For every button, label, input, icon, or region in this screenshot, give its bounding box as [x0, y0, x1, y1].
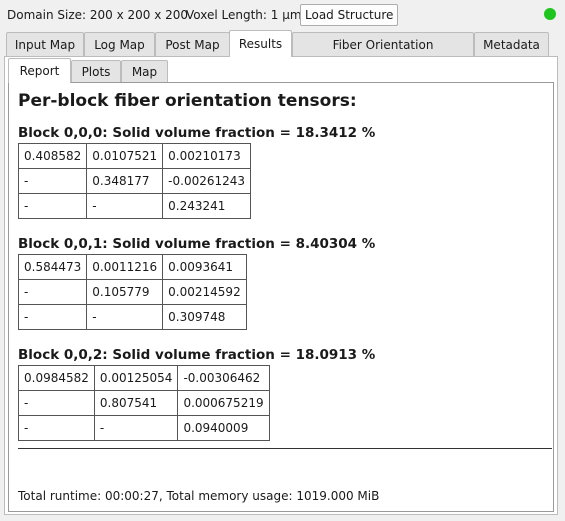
report-title: Per-block fiber orientation tensors:	[18, 91, 357, 111]
table-cell: 0.00125054	[93, 365, 179, 391]
table-cell: 0.584473	[17, 254, 88, 280]
table-cell: 0.807541	[93, 390, 179, 416]
block-title: Block 0,0,1: Solid volume fraction = 8.4…	[18, 236, 376, 252]
block-title: Block 0,0,2: Solid volume fraction = 18.…	[18, 347, 376, 363]
tensor-table: 0.0984582 0.00125054 -0.00306462 - 0.807…	[18, 365, 270, 441]
table-cell: 0.0011216	[86, 254, 164, 280]
table-cell: -	[86, 304, 164, 330]
report-view[interactable]: Per-block fiber orientation tensors: Blo…	[8, 82, 554, 512]
table-cell: 0.309748	[162, 304, 247, 330]
table-cell: 0.0107521	[86, 143, 164, 169]
table-cell: -	[18, 415, 95, 441]
tab-post-map[interactable]: Post Map	[155, 32, 230, 56]
divider	[18, 448, 552, 449]
status-indicator-icon	[544, 8, 556, 20]
load-structure-button[interactable]: Load Structure	[300, 4, 399, 26]
table-row: - 0.105779 0.00214592	[17, 279, 247, 305]
table-row: 0.584473 0.0011216 0.0093641	[17, 254, 247, 280]
tab-results[interactable]: Results	[229, 30, 292, 57]
table-row: 0.0984582 0.00125054 -0.00306462	[18, 365, 270, 391]
table-cell: -	[18, 390, 95, 416]
table-cell: -	[86, 193, 164, 219]
table-row: - - 0.309748	[17, 304, 247, 330]
table-row: - 0.807541 0.000675219	[18, 390, 270, 416]
domain-size-label: Domain Size: 200 x 200 x 200	[7, 8, 189, 22]
results-sub-tab-bar: Report Plots Map	[5, 57, 557, 83]
table-cell: 0.0940009	[177, 415, 270, 441]
tab-input-map[interactable]: Input Map	[6, 32, 84, 56]
table-cell: -0.00306462	[177, 365, 270, 391]
table-cell: 0.0984582	[18, 365, 95, 391]
runtime-summary: Total runtime: 00:00:27, Total memory us…	[18, 489, 380, 503]
table-cell: -	[17, 304, 88, 330]
table-cell: 0.105779	[86, 279, 164, 305]
table-cell: 0.0093641	[162, 254, 247, 280]
tab-fiber-orientation-visualization[interactable]: Fiber Orientation Visualization	[292, 32, 474, 76]
main-tab-bar: Input Map Log Map Post Map Results Fiber…	[0, 30, 565, 76]
table-cell: -	[93, 415, 179, 441]
subtab-report[interactable]: Report	[8, 58, 71, 83]
table-cell: -	[17, 193, 88, 219]
tensor-table: 0.408582 0.0107521 0.00210173 - 0.348177…	[17, 143, 252, 219]
block-title: Block 0,0,0: Solid volume fraction = 18.…	[18, 125, 376, 141]
table-row: - - 0.243241	[17, 193, 252, 219]
subtab-plots[interactable]: Plots	[71, 60, 121, 82]
table-cell: 0.348177	[86, 168, 164, 194]
table-row: - - 0.0940009	[18, 415, 270, 441]
table-cell: -	[17, 279, 88, 305]
table-cell: 0.00210173	[162, 143, 252, 169]
voxel-length-label: Voxel Length: 1 μm	[186, 8, 302, 22]
table-cell: 0.408582	[17, 143, 88, 169]
tab-log-map[interactable]: Log Map	[84, 32, 155, 56]
results-panel: Report Plots Map Per-block fiber orienta…	[4, 56, 558, 515]
table-cell: -0.00261243	[162, 168, 252, 194]
table-cell: -	[17, 168, 88, 194]
table-cell: 0.00214592	[162, 279, 247, 305]
table-cell: 0.243241	[162, 193, 252, 219]
table-cell: 0.000675219	[177, 390, 270, 416]
table-row: 0.408582 0.0107521 0.00210173	[17, 143, 252, 169]
subtab-map[interactable]: Map	[121, 60, 168, 82]
top-bar: Domain Size: 200 x 200 x 200 Voxel Lengt…	[0, 0, 565, 30]
tensor-table: 0.584473 0.0011216 0.0093641 - 0.105779 …	[17, 254, 247, 330]
table-row: - 0.348177 -0.00261243	[17, 168, 252, 194]
tab-metadata[interactable]: Metadata	[474, 32, 549, 56]
